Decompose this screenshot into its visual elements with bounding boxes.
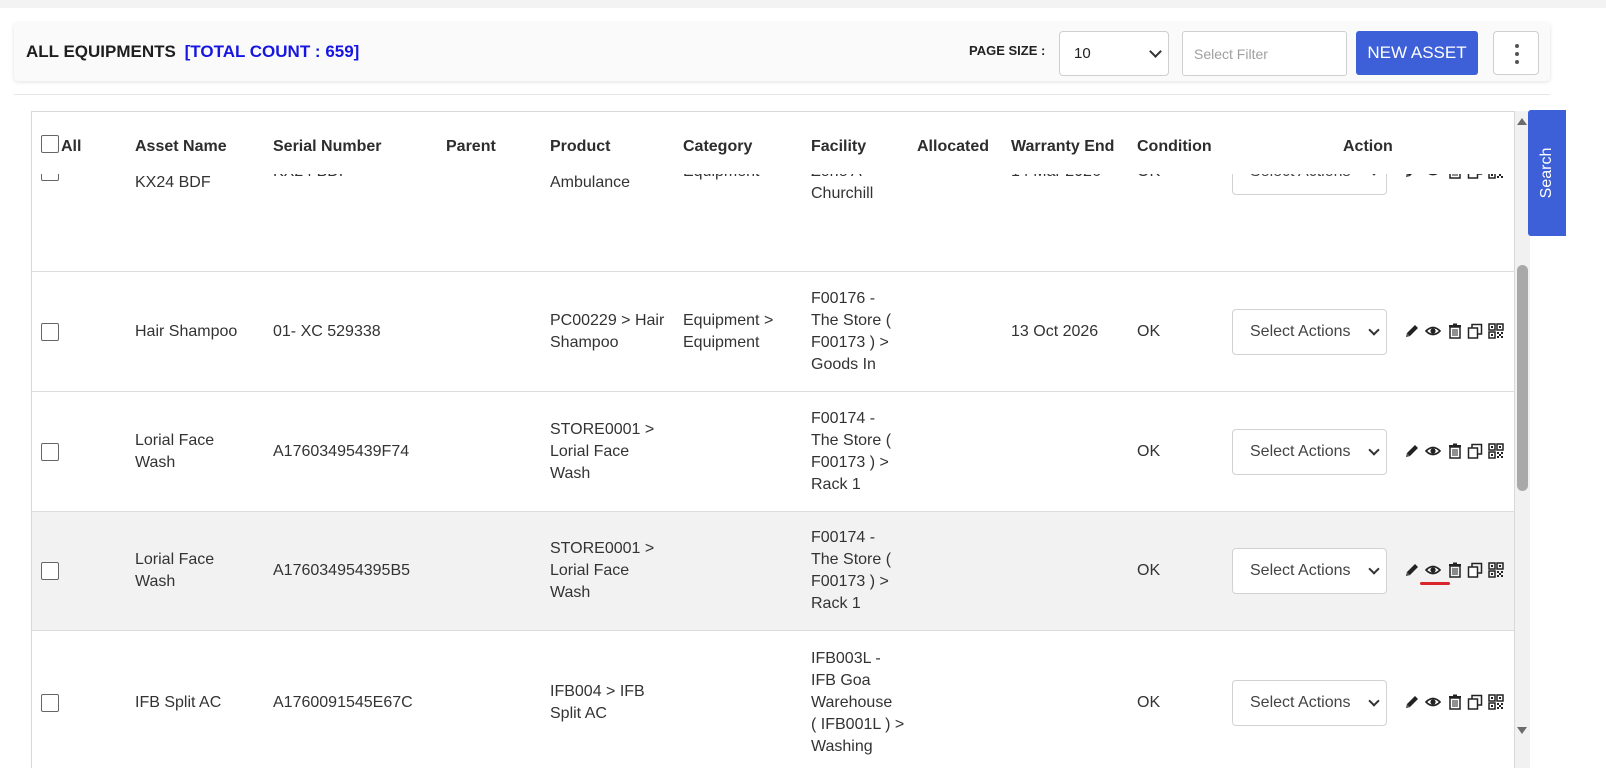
chevron-down-icon	[1368, 324, 1380, 336]
chevron-down-icon	[1368, 695, 1380, 707]
cell-facility: F00174 - The Store ( F00173 ) > Rack 1	[811, 529, 892, 612]
row-action-icons	[1404, 323, 1514, 343]
chevron-down-icon	[1368, 563, 1380, 575]
cell-serial: A17603495439F74	[273, 443, 410, 460]
row-checkbox[interactable]	[41, 443, 59, 461]
total-count: [TOTAL COUNT : 659]	[184, 42, 360, 61]
cell-facility: F00176 - The Store ( F00173 ) > Goods In	[811, 290, 892, 373]
col-facility[interactable]: Facility	[811, 138, 866, 156]
page-size-select[interactable]: 10	[1059, 31, 1169, 76]
page-size-label: PAGE SIZE :	[969, 43, 1046, 58]
row-action-select[interactable]: Select Actions	[1232, 548, 1387, 594]
cell-warranty-end: 13 Oct 2026	[1011, 323, 1099, 340]
page-size-value: 10	[1074, 45, 1091, 62]
scrollbar-thumb[interactable]	[1517, 265, 1528, 491]
table-header: All Asset Name Serial Number Parent Prod…	[32, 112, 1514, 174]
col-allocated[interactable]: Allocated	[917, 138, 989, 156]
cell-product: STORE0001 > Lorial Face Wash	[550, 540, 655, 601]
hover-underline	[1420, 582, 1450, 585]
cell-serial: 01- XC 529338	[273, 323, 381, 340]
equipment-table: Ambulance KX24 BDFKX24 BDFPurpose Ambula…	[31, 111, 1515, 768]
row-action-select[interactable]: Select Actions	[1232, 680, 1387, 726]
col-action: Action	[1343, 138, 1393, 155]
page-title: ALL EQUIPMENTS [TOTAL COUNT : 659]	[26, 42, 359, 62]
cell-asset-name: Lorial Face Wash	[135, 551, 215, 590]
col-product[interactable]: Product	[550, 138, 610, 156]
row-checkbox[interactable]	[41, 694, 59, 712]
row-action-select[interactable]: Select Actions	[1232, 309, 1387, 355]
col-category[interactable]: Category	[683, 138, 752, 156]
cell-asset-name: Hair Shampoo	[135, 323, 238, 340]
cell-condition: OK	[1137, 323, 1161, 340]
cell-product: STORE0001 > Lorial Face Wash	[550, 421, 655, 482]
row-action-select-value: Select Actions	[1250, 562, 1351, 579]
chevron-down-icon	[1368, 444, 1380, 456]
filter-input[interactable]	[1182, 31, 1347, 76]
cell-condition: OK	[1137, 694, 1161, 711]
col-warranty-end[interactable]: Warranty End	[1011, 138, 1114, 156]
row-checkbox[interactable]	[41, 323, 59, 341]
row-action-icons	[1404, 562, 1514, 582]
table-row[interactable]: Hair Shampoo 01- XC 529338 PC00229 > Hair …	[32, 272, 1514, 392]
col-serial-number[interactable]: Serial Number	[273, 138, 381, 156]
cell-facility: IFB003L - IFB Goa Warehouse ( IFB001L ) …	[811, 650, 905, 755]
more-options-button[interactable]	[1493, 31, 1539, 75]
cell-condition: OK	[1137, 562, 1161, 579]
table-row[interactable]: Lorial Face Wash A176034954395B5 STORE0001…	[32, 512, 1514, 631]
row-action-select-value: Select Actions	[1250, 443, 1351, 460]
row-action-select-value: Select Actions	[1250, 694, 1351, 711]
cell-product: PC00229 > Hair Shampoo	[550, 312, 665, 351]
scroll-down-arrow-icon[interactable]	[1517, 727, 1527, 734]
kebab-dot	[1515, 44, 1519, 48]
new-asset-button[interactable]: NEW ASSET	[1356, 31, 1478, 75]
search-tab-label: Search	[1538, 147, 1555, 199]
row-action-select[interactable]: Select Actions	[1232, 429, 1387, 475]
top-strip	[0, 0, 1606, 8]
chevron-down-icon	[1149, 45, 1162, 58]
page-header: ALL EQUIPMENTS [TOTAL COUNT : 659] PAGE …	[14, 23, 1550, 81]
col-parent[interactable]: Parent	[446, 138, 496, 156]
row-checkbox[interactable]	[41, 562, 59, 580]
cell-product: IFB004 > IFB Split AC	[550, 683, 645, 722]
select-all-checkbox[interactable]	[41, 135, 59, 153]
cell-condition: OK	[1137, 443, 1161, 460]
cell-category: Equipment > Equipment	[683, 312, 774, 351]
cell-asset-name: Lorial Face Wash	[135, 432, 215, 471]
col-all: All	[61, 138, 82, 155]
kebab-dot	[1515, 52, 1519, 56]
cell-serial: A176034954395B5	[273, 562, 411, 579]
cell-asset-name: IFB Split AC	[135, 694, 222, 711]
row-action-icons	[1404, 443, 1514, 463]
cell-facility: F00174 - The Store ( F00173 ) > Rack 1	[811, 410, 892, 493]
col-asset-name[interactable]: Asset Name	[135, 138, 227, 156]
page-title-text: ALL EQUIPMENTS	[26, 42, 176, 61]
divider	[14, 94, 1550, 95]
col-condition[interactable]: Condition	[1137, 138, 1212, 156]
scroll-up-arrow-icon[interactable]	[1517, 118, 1527, 125]
cell-serial: A1760091545E67C	[273, 694, 413, 711]
row-action-select-value: Select Actions	[1250, 323, 1351, 340]
table-row[interactable]: IFB Split AC A1760091545E67C IFB004 > IFB …	[32, 631, 1514, 768]
table-row[interactable]: Lorial Face Wash A17603495439F74 STORE0001…	[32, 392, 1514, 512]
row-action-icons	[1404, 694, 1514, 714]
search-side-tab[interactable]: Search	[1528, 110, 1566, 236]
kebab-dot	[1515, 60, 1519, 64]
